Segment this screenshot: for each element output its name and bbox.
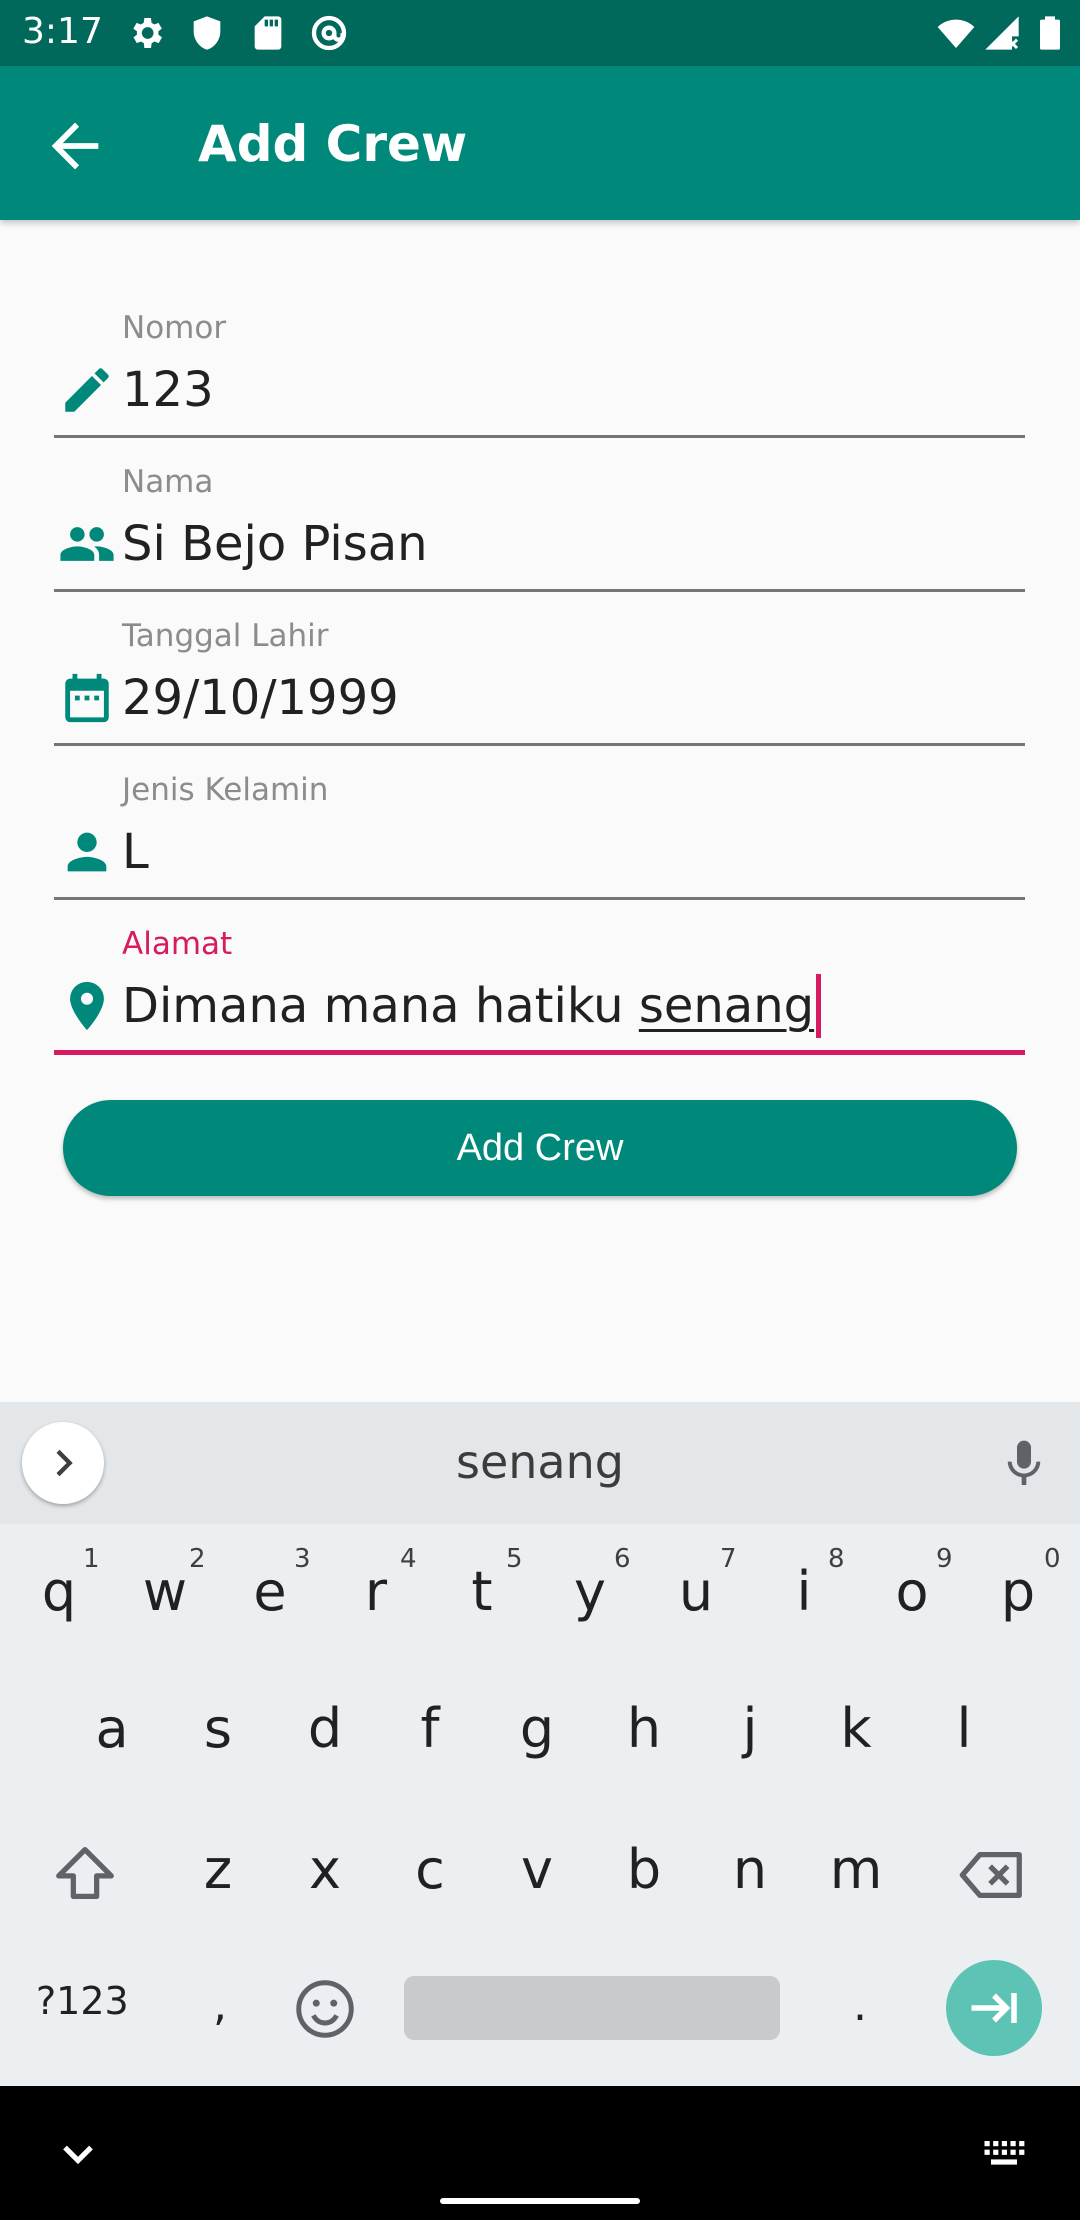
key-a[interactable]: a: [62, 1671, 162, 1791]
mic-icon[interactable]: [996, 1436, 1052, 1492]
signal-icon: [982, 13, 1022, 53]
key-m[interactable]: m: [806, 1812, 906, 1932]
tab-next-icon: [971, 1993, 1017, 2023]
field-underline: [54, 435, 1025, 438]
key-u[interactable]: u7: [646, 1534, 746, 1654]
field-label: Nama: [122, 464, 214, 500]
jenis-kelamin-input[interactable]: L: [122, 820, 149, 884]
battery-icon: [1030, 13, 1070, 53]
key-v[interactable]: v: [487, 1812, 587, 1932]
field-label: Alamat: [122, 926, 233, 962]
navigation-bar: [0, 2086, 1080, 2220]
key-comma[interactable]: ,: [170, 1948, 270, 2068]
key-g[interactable]: g: [487, 1671, 587, 1791]
people-icon: [58, 515, 116, 573]
add-crew-button[interactable]: Add Crew: [63, 1100, 1017, 1196]
tanggal-lahir-field[interactable]: Tanggal Lahir 29/10/1999: [54, 616, 1025, 770]
nama-field[interactable]: Nama Si Bejo Pisan: [54, 462, 1025, 616]
key-t[interactable]: t5: [432, 1534, 532, 1654]
enter-key[interactable]: [946, 1960, 1042, 2056]
key-symbols[interactable]: ?123: [36, 1976, 129, 2026]
wifi-icon: [936, 13, 976, 53]
key-q[interactable]: q1: [9, 1534, 109, 1654]
settings-icon: [126, 13, 166, 53]
key-period[interactable]: .: [810, 1948, 910, 2068]
status-bar: 3:17: [0, 0, 1080, 66]
key-l[interactable]: l: [914, 1671, 1014, 1791]
chevron-down-icon[interactable]: [52, 2128, 104, 2180]
field-label: Jenis Kelamin: [122, 772, 329, 808]
key-y[interactable]: y6: [540, 1534, 640, 1654]
field-label: Tanggal Lahir: [122, 618, 329, 654]
key-s[interactable]: s: [168, 1671, 268, 1791]
key-i[interactable]: i8: [754, 1534, 854, 1654]
sd-card-icon: [248, 13, 288, 53]
pencil-icon: [58, 361, 116, 419]
arrow-back-icon[interactable]: [40, 111, 110, 181]
field-label: Nomor: [122, 310, 227, 346]
key-n[interactable]: n: [700, 1812, 800, 1932]
key-k[interactable]: k: [806, 1671, 906, 1791]
nama-input[interactable]: Si Bejo Pisan: [122, 512, 428, 576]
person-icon: [58, 823, 116, 881]
key-b[interactable]: b: [594, 1812, 694, 1932]
key-h[interactable]: h: [594, 1671, 694, 1791]
composing-text: senang: [638, 978, 815, 1034]
backspace-icon[interactable]: [958, 1840, 1028, 1910]
jenis-kelamin-field[interactable]: Jenis Kelamin L: [54, 770, 1025, 924]
shift-icon[interactable]: [50, 1838, 120, 1908]
home-indicator[interactable]: [440, 2198, 640, 2204]
field-underline: [54, 743, 1025, 746]
screen: 3:17 Add Crew Nomor 123 Nama Si Bejo Pis…: [0, 0, 1080, 2220]
field-underline: [54, 1050, 1025, 1055]
alamat-text: Dimana mana hatiku: [122, 978, 639, 1034]
nomor-input[interactable]: 123: [122, 358, 214, 422]
key-o[interactable]: o9: [862, 1534, 962, 1654]
key-w[interactable]: w2: [115, 1534, 215, 1654]
key-x[interactable]: x: [275, 1812, 375, 1932]
key-p[interactable]: p0: [968, 1534, 1068, 1654]
key-j[interactable]: j: [700, 1671, 800, 1791]
emoji-icon[interactable]: [290, 1974, 360, 2044]
field-underline: [54, 589, 1025, 592]
key-f[interactable]: f: [380, 1671, 480, 1791]
status-time: 3:17: [22, 11, 103, 52]
key-z[interactable]: z: [168, 1812, 268, 1932]
at-icon: [309, 13, 349, 53]
suggestion-strip: senang: [0, 1402, 1080, 1524]
tanggal-lahir-input[interactable]: 29/10/1999: [122, 666, 399, 730]
key-e[interactable]: e3: [220, 1534, 320, 1654]
page-title: Add Crew: [198, 115, 468, 173]
space-key[interactable]: [404, 1976, 780, 2040]
key-r[interactable]: r4: [326, 1534, 426, 1654]
alamat-input[interactable]: Dimana mana hatiku senang: [122, 974, 822, 1038]
calendar-icon: [58, 669, 116, 727]
shield-icon: [187, 13, 227, 53]
key-c[interactable]: c: [380, 1812, 480, 1932]
nomor-field[interactable]: Nomor 123: [54, 308, 1025, 462]
app-bar: Add Crew: [0, 66, 1080, 220]
field-underline: [54, 897, 1025, 900]
location-pin-icon: [58, 977, 116, 1035]
chevron-right-icon[interactable]: [22, 1422, 104, 1504]
suggestion-word[interactable]: senang: [340, 1432, 740, 1492]
text-cursor: [816, 974, 822, 1038]
alamat-field[interactable]: Alamat Dimana mana hatiku senang: [54, 924, 1025, 1078]
keyboard-icon[interactable]: [978, 2128, 1030, 2180]
key-d[interactable]: d: [275, 1671, 375, 1791]
